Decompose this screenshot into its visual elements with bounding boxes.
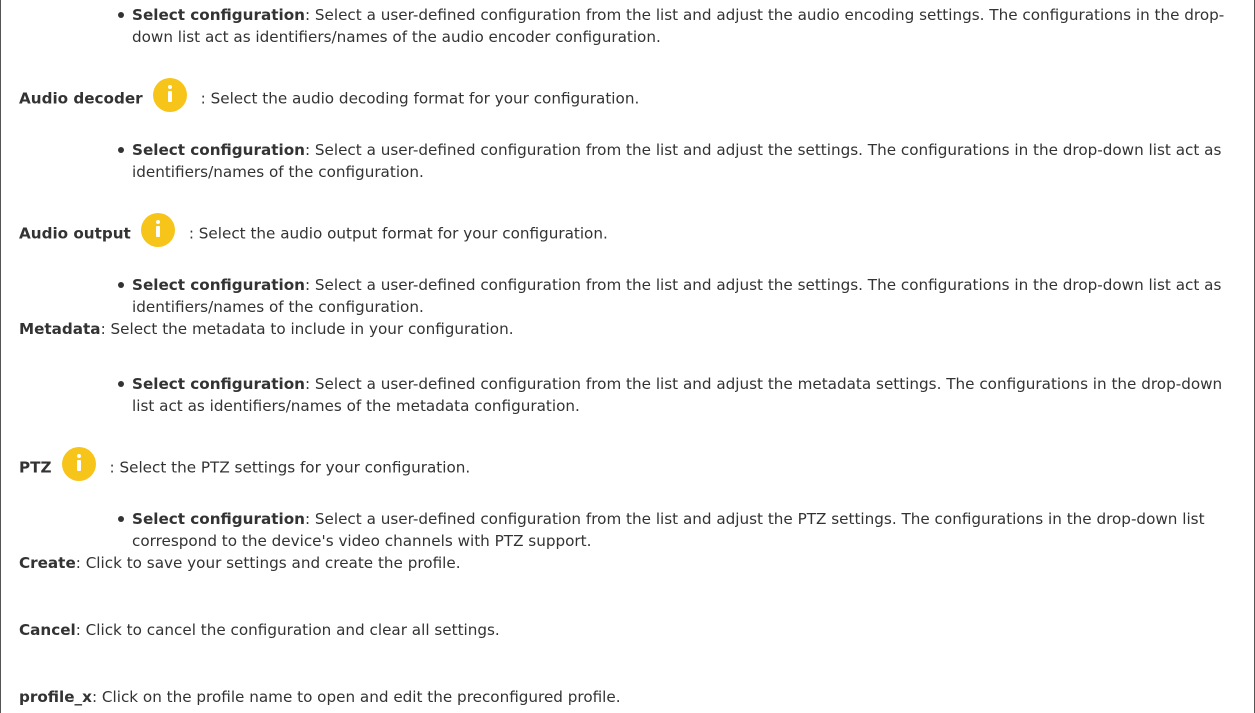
- term-label: Audio decoder: [19, 89, 143, 108]
- description: : Select the PTZ settings for your confi…: [109, 458, 471, 477]
- description: : Select the audio output format for you…: [188, 224, 608, 243]
- list-item: Select configuration: Select a user-defi…: [118, 274, 1228, 318]
- info-icon: [140, 213, 175, 247]
- definition-metadata: Metadata: Select the metadata to include…: [19, 318, 514, 340]
- description: : Select the metadata to include in your…: [100, 320, 514, 338]
- description: : Click on the profile name to open and …: [91, 688, 621, 706]
- bullet-dot: [118, 381, 124, 387]
- description: : Click to cancel the configuration and …: [75, 621, 500, 639]
- list-item: Select configuration: Select a user-defi…: [118, 139, 1228, 183]
- term-label: Metadata: [19, 320, 101, 338]
- document-page: Select configuration: Select a user-defi…: [0, 0, 1255, 713]
- description: : Select the audio decoding format for y…: [200, 89, 640, 108]
- info-icon: [152, 78, 187, 112]
- term-label: PTZ: [19, 458, 52, 477]
- term-label: Select configuration: [132, 6, 305, 24]
- definition-ptz: PTZ : Select the PTZ settings for your co…: [19, 447, 471, 485]
- list-item: Select configuration: Select a user-defi…: [118, 508, 1228, 552]
- bullet-dot: [118, 147, 124, 153]
- definition-profile-x: profile_x: Click on the profile name to …: [19, 686, 621, 708]
- term-label: profile_x: [19, 688, 92, 706]
- list-item: Select configuration: Select a user-defi…: [118, 373, 1228, 417]
- bullet-dot: [118, 516, 124, 522]
- term-label: Select configuration: [132, 276, 305, 294]
- definition-audio-output: Audio output : Select the audio output fo…: [19, 213, 608, 251]
- term-label: Select configuration: [132, 141, 305, 159]
- term-label: Select configuration: [132, 375, 305, 393]
- bullet-dot: [118, 12, 124, 18]
- info-icon: [61, 447, 96, 481]
- description: : Click to save your settings and create…: [75, 554, 461, 572]
- term-label: Select configuration: [132, 510, 305, 528]
- definition-create: Create: Click to save your settings and …: [19, 552, 461, 574]
- term-label: Cancel: [19, 621, 76, 639]
- list-item: Select configuration: Select a user-defi…: [118, 4, 1228, 48]
- term-label: Audio output: [19, 224, 131, 243]
- term-label: Create: [19, 554, 76, 572]
- bullet-dot: [118, 282, 124, 288]
- definition-audio-decoder: Audio decoder : Select the audio decoding…: [19, 78, 640, 116]
- definition-cancel: Cancel: Click to cancel the configuratio…: [19, 619, 500, 641]
